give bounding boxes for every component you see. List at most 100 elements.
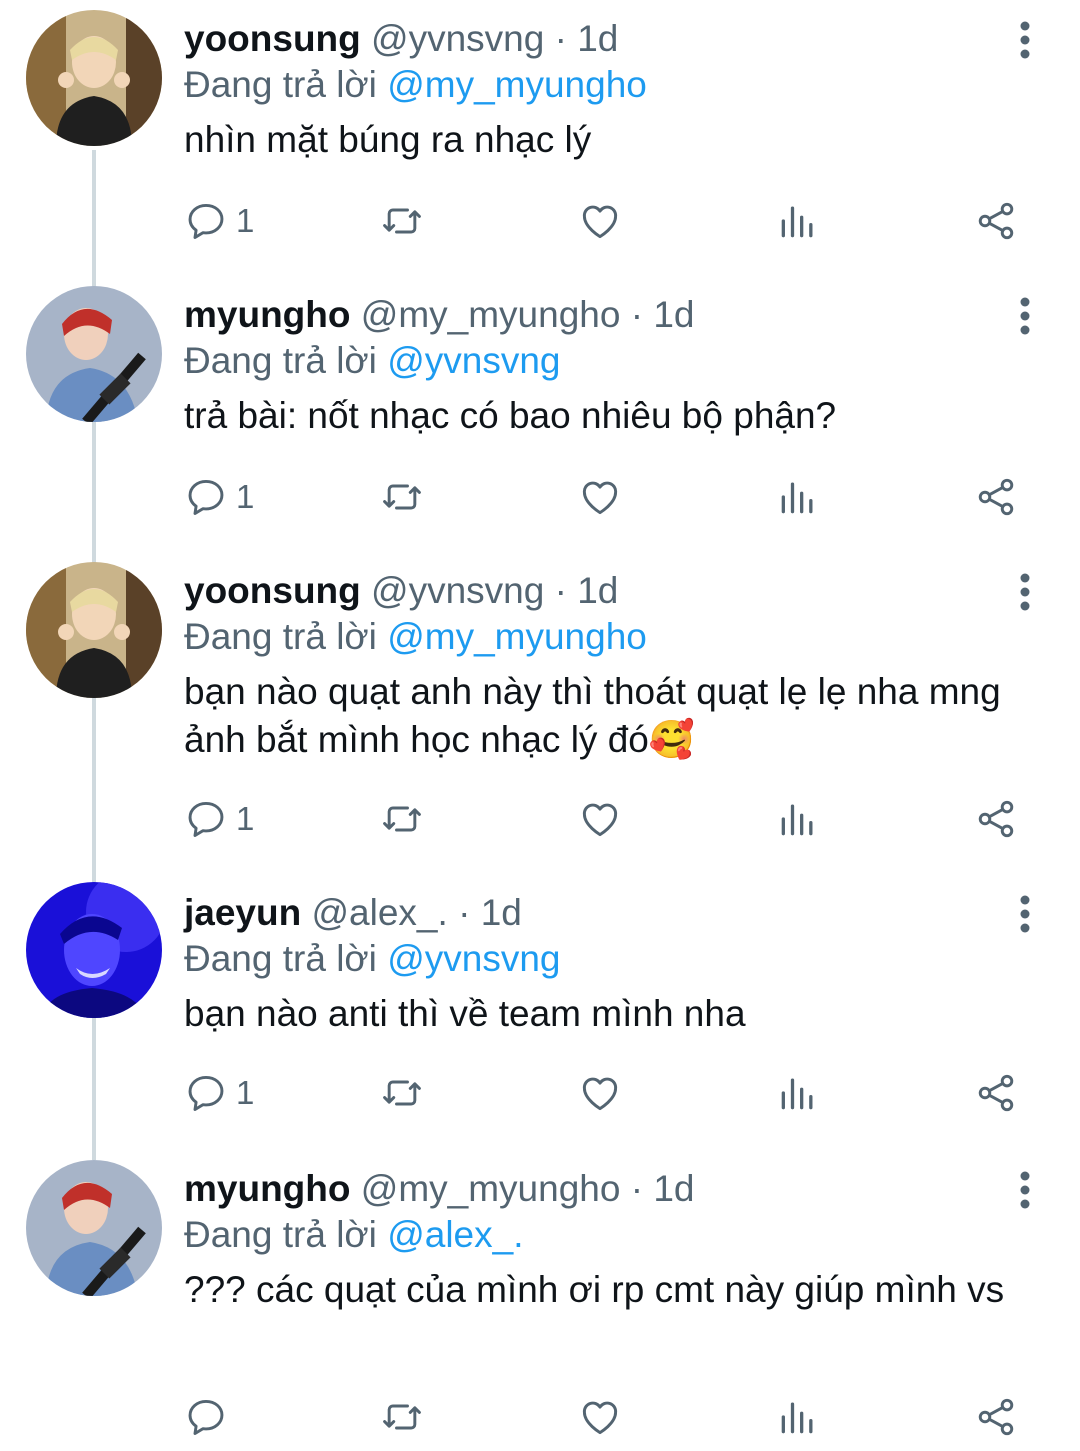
retweet-button[interactable] [380, 794, 424, 844]
more-vertical-icon [1020, 573, 1030, 611]
mention-link[interactable]: @yvnsvng [387, 938, 560, 979]
retweet-button[interactable] [380, 472, 424, 522]
display-name[interactable]: yoonsung [184, 18, 361, 59]
timestamp[interactable]: 1d [653, 1168, 694, 1209]
like-button[interactable] [578, 472, 622, 522]
display-name[interactable]: yoonsung [184, 570, 361, 611]
user-handle[interactable]: @my_myungho [361, 294, 621, 335]
action-bar: 1 [184, 196, 1034, 246]
reply-button[interactable]: 1 [184, 794, 254, 844]
avatar[interactable] [26, 286, 162, 422]
user-handle[interactable]: @yvnsvng [371, 570, 544, 611]
avatar-image [26, 1160, 162, 1296]
more-vertical-icon [1020, 1171, 1030, 1209]
avatar-image [26, 286, 162, 422]
like-button[interactable] [578, 196, 622, 246]
mention-link[interactable]: @my_myungho [387, 64, 647, 105]
separator: · [544, 18, 578, 59]
tweet[interactable]: myungho @my_myungho · 1d Đang trả lời @y… [0, 284, 1080, 554]
action-bar: 1 [184, 1068, 1034, 1118]
tweet[interactable]: myungho @my_myungho · 1d Đang trả lời @a… [0, 1158, 1080, 1451]
separator: · [620, 1168, 654, 1209]
analytics-button[interactable] [776, 794, 820, 844]
separator: · [544, 570, 578, 611]
analytics-icon [781, 1078, 813, 1110]
analytics-icon [781, 206, 813, 238]
share-button[interactable] [974, 1392, 1018, 1442]
display-name[interactable]: myungho [184, 294, 350, 335]
share-icon [978, 1398, 1014, 1436]
user-handle[interactable]: @yvnsvng [371, 18, 544, 59]
tweet[interactable]: yoonsung @yvnsvng · 1d Đang trả lời @my_… [0, 8, 1080, 278]
avatar-image [26, 10, 162, 146]
like-button[interactable] [578, 1068, 622, 1118]
mention-link[interactable]: @alex_. [387, 1214, 523, 1255]
retweet-icon [383, 1080, 421, 1106]
avatar[interactable] [26, 10, 162, 146]
mention-link[interactable]: @yvnsvng [387, 340, 560, 381]
timestamp[interactable]: 1d [577, 18, 618, 59]
reply-button[interactable]: 1 [184, 472, 254, 522]
tweet-header: jaeyun @alex_. · 1d [184, 890, 522, 936]
share-button[interactable] [974, 472, 1018, 522]
timestamp[interactable]: 1d [577, 570, 618, 611]
timestamp[interactable]: 1d [653, 294, 694, 335]
reply-count: 1 [236, 800, 255, 837]
timestamp[interactable]: 1d [481, 892, 522, 933]
analytics-button[interactable] [776, 196, 820, 246]
analytics-button[interactable] [776, 1392, 820, 1442]
analytics-button[interactable] [776, 472, 820, 522]
more-options-button[interactable] [1010, 1166, 1040, 1214]
avatar[interactable] [26, 562, 162, 698]
action-bar: 1 [184, 794, 1034, 844]
avatar-image [26, 562, 162, 698]
replying-to: Đang trả lời @my_myungho [184, 62, 647, 108]
separator: · [447, 892, 481, 933]
share-icon [978, 202, 1014, 240]
more-options-button[interactable] [1010, 568, 1040, 616]
analytics-icon [781, 1402, 813, 1434]
reply-icon [188, 801, 224, 837]
tweet-text: trả bài: nốt nhạc có bao nhiêu bộ phận? [184, 395, 837, 436]
avatar[interactable] [26, 882, 162, 1018]
retweet-button[interactable] [380, 1392, 424, 1442]
avatar-image [26, 882, 162, 1018]
more-options-button[interactable] [1010, 16, 1040, 64]
replying-to: Đang trả lời @yvnsvng [184, 936, 560, 982]
retweet-icon [383, 208, 421, 234]
tweet-text: bạn nào anti thì về team mình nha [184, 993, 746, 1034]
share-button[interactable] [974, 196, 1018, 246]
display-name[interactable]: jaeyun [184, 892, 301, 933]
share-button[interactable] [974, 794, 1018, 844]
replying-prefix: Đang trả lời [184, 1214, 388, 1255]
like-button[interactable] [578, 794, 622, 844]
tweet[interactable]: yoonsung @yvnsvng · 1d Đang trả lời @my_… [0, 560, 1080, 880]
retweet-button[interactable] [380, 1068, 424, 1118]
more-options-button[interactable] [1010, 890, 1040, 938]
more-options-button[interactable] [1010, 292, 1040, 340]
avatar[interactable] [26, 1160, 162, 1296]
tweet-header: myungho @my_myungho · 1d [184, 1166, 694, 1212]
reply-count: 1 [236, 478, 255, 515]
heart-icon [582, 205, 618, 239]
user-handle[interactable]: @my_myungho [361, 1168, 621, 1209]
analytics-icon [781, 482, 813, 514]
mention-link[interactable]: @my_myungho [387, 616, 647, 657]
reply-button[interactable]: 1 [184, 196, 254, 246]
replying-to: Đang trả lời @my_myungho [184, 614, 647, 660]
tweet[interactable]: jaeyun @alex_. · 1d Đang trả lời @yvnsvn… [0, 882, 1080, 1152]
analytics-icon [781, 804, 813, 836]
tweet-text: ??? các quạt của mình ơi rp cmt này giúp… [184, 1269, 1005, 1310]
retweet-icon [383, 806, 421, 832]
reply-button[interactable] [184, 1392, 236, 1442]
reply-button[interactable]: 1 [184, 1068, 254, 1118]
share-button[interactable] [974, 1068, 1018, 1118]
analytics-button[interactable] [776, 1068, 820, 1118]
like-button[interactable] [578, 1392, 622, 1442]
tweet-header: yoonsung @yvnsvng · 1d [184, 16, 618, 62]
separator: · [620, 294, 654, 335]
display-name[interactable]: myungho [184, 1168, 350, 1209]
retweet-button[interactable] [380, 196, 424, 246]
reply-icon [188, 479, 224, 515]
user-handle[interactable]: @alex_. [312, 892, 448, 933]
